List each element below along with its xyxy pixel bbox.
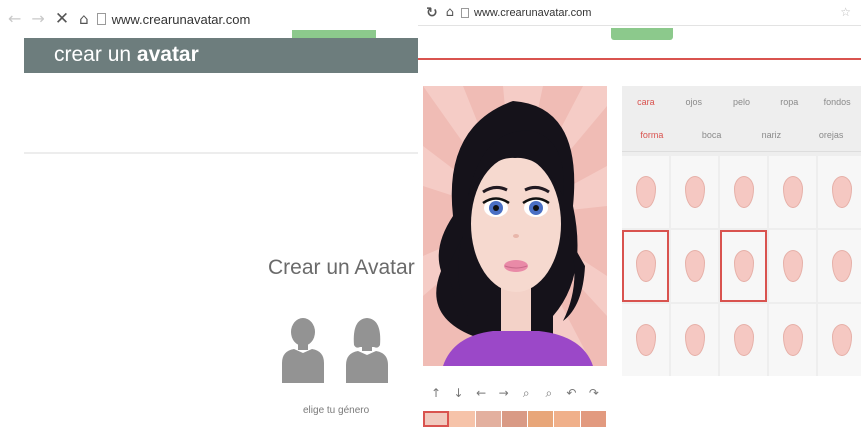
tab-fondos[interactable]: fondos xyxy=(813,86,861,116)
bookmark-star-icon[interactable]: ☆ xyxy=(840,5,851,19)
divider xyxy=(24,152,418,154)
subtab-orejas[interactable]: orejas xyxy=(801,118,861,151)
avatar-tools: ↑ ↓ ← → ⌕ ⌕ ↶ ↷ xyxy=(423,386,607,404)
skin-swatch[interactable] xyxy=(580,411,607,427)
page-heading: Crear un Avatar xyxy=(268,256,415,279)
gender-prompt: elige tu género xyxy=(303,405,370,416)
face-shape-icon xyxy=(684,324,705,356)
avatar-preview xyxy=(423,86,607,366)
face-shape-option[interactable] xyxy=(622,156,669,228)
face-shape-icon xyxy=(733,250,754,282)
site-title-word-3: avatar xyxy=(136,43,199,66)
face-shape-option[interactable] xyxy=(818,230,861,302)
right-arrow-icon[interactable]: → xyxy=(494,386,514,404)
accent-divider xyxy=(418,58,861,60)
face-shape-icon xyxy=(782,176,803,208)
subcategory-tabs: forma boca nariz orejas xyxy=(622,118,861,152)
subtab-boca[interactable]: boca xyxy=(682,118,742,151)
face-shape-icon xyxy=(831,250,852,282)
undo-icon[interactable]: ↶ xyxy=(561,386,581,404)
right-browser-window: ↻ ⌂ www.crearunavatar.com ☆ ↑ ↓ ← → ⌕ ⌕ … xyxy=(418,0,861,427)
face-shape-icon xyxy=(782,250,803,282)
face-shape-icon xyxy=(782,324,803,356)
tab-pelo[interactable]: pelo xyxy=(718,86,766,116)
face-shape-option[interactable] xyxy=(720,230,767,302)
face-shape-icon xyxy=(831,324,852,356)
tab-cara[interactable]: cara xyxy=(622,86,670,116)
zoom-in-icon[interactable]: ⌕ xyxy=(539,386,559,404)
male-avatar-icon[interactable] xyxy=(280,315,326,388)
female-avatar-icon[interactable] xyxy=(344,315,390,388)
tab-ropa[interactable]: ropa xyxy=(765,86,813,116)
stop-icon[interactable]: ✕ xyxy=(55,9,69,29)
left-arrow-icon[interactable]: ← xyxy=(471,386,491,404)
face-shape-option[interactable] xyxy=(720,304,767,376)
skin-color-swatches xyxy=(423,411,607,427)
left-browser-window: ← → ✕ ⌂ www.crearunavatar.com crear un a… xyxy=(0,0,418,427)
forward-arrow-icon[interactable]: → xyxy=(31,11,44,27)
home-icon[interactable]: ⌂ xyxy=(446,5,454,20)
face-shape-icon xyxy=(684,250,705,282)
face-shape-icon xyxy=(733,324,754,356)
face-shape-icon xyxy=(635,324,656,356)
face-shape-option[interactable] xyxy=(671,156,718,228)
skin-swatch[interactable] xyxy=(449,411,476,427)
face-shape-grid xyxy=(622,156,861,376)
face-shape-icon xyxy=(684,176,705,208)
site-title-word-1: crear xyxy=(54,43,102,66)
skin-swatch[interactable] xyxy=(501,411,529,427)
face-shape-icon xyxy=(831,176,852,208)
face-shape-option[interactable] xyxy=(769,230,816,302)
address-bar: ↻ ⌂ www.crearunavatar.com ☆ xyxy=(418,0,861,26)
zoom-out-icon[interactable]: ⌕ xyxy=(516,386,536,404)
site-title[interactable]: crear un avatar xyxy=(54,43,199,67)
site-banner: crear un avatar xyxy=(24,38,418,73)
skin-swatch[interactable] xyxy=(554,411,581,427)
skin-swatch[interactable] xyxy=(423,411,450,427)
url-text[interactable]: www.crearunavatar.com xyxy=(474,7,591,19)
url-text[interactable]: www.crearunavatar.com xyxy=(112,12,251,27)
reload-icon[interactable]: ↻ xyxy=(426,5,438,21)
face-shape-option[interactable] xyxy=(622,304,669,376)
category-tabs: cara ojos pelo ropa fondos xyxy=(622,86,861,116)
green-button[interactable] xyxy=(611,28,673,40)
face-shape-option[interactable] xyxy=(818,304,861,376)
face-shape-option[interactable] xyxy=(720,156,767,228)
face-shape-icon xyxy=(635,250,656,282)
face-shape-option[interactable] xyxy=(769,156,816,228)
site-title-word-2: un xyxy=(107,43,132,66)
back-arrow-icon[interactable]: ← xyxy=(8,11,21,27)
redo-icon[interactable]: ↷ xyxy=(584,386,604,404)
skin-swatch[interactable] xyxy=(528,411,555,427)
page-icon xyxy=(96,13,106,25)
face-shape-option[interactable] xyxy=(769,304,816,376)
face-shape-option[interactable] xyxy=(622,230,669,302)
face-shape-option[interactable] xyxy=(671,304,718,376)
editor-panel: cara ojos pelo ropa fondos forma boca na… xyxy=(622,86,861,376)
subtab-forma[interactable]: forma xyxy=(622,118,682,151)
up-arrow-icon[interactable]: ↑ xyxy=(426,386,446,404)
skin-swatch[interactable] xyxy=(475,411,502,427)
face-shape-option[interactable] xyxy=(818,156,861,228)
face-shape-option[interactable] xyxy=(671,230,718,302)
tab-ojos[interactable]: ojos xyxy=(670,86,718,116)
subtab-nariz[interactable]: nariz xyxy=(742,118,802,151)
home-icon[interactable]: ⌂ xyxy=(79,10,89,28)
face-shape-icon xyxy=(733,176,754,208)
down-arrow-icon[interactable]: ↓ xyxy=(449,386,469,404)
face-shape-icon xyxy=(635,176,656,208)
page-icon xyxy=(461,7,469,18)
